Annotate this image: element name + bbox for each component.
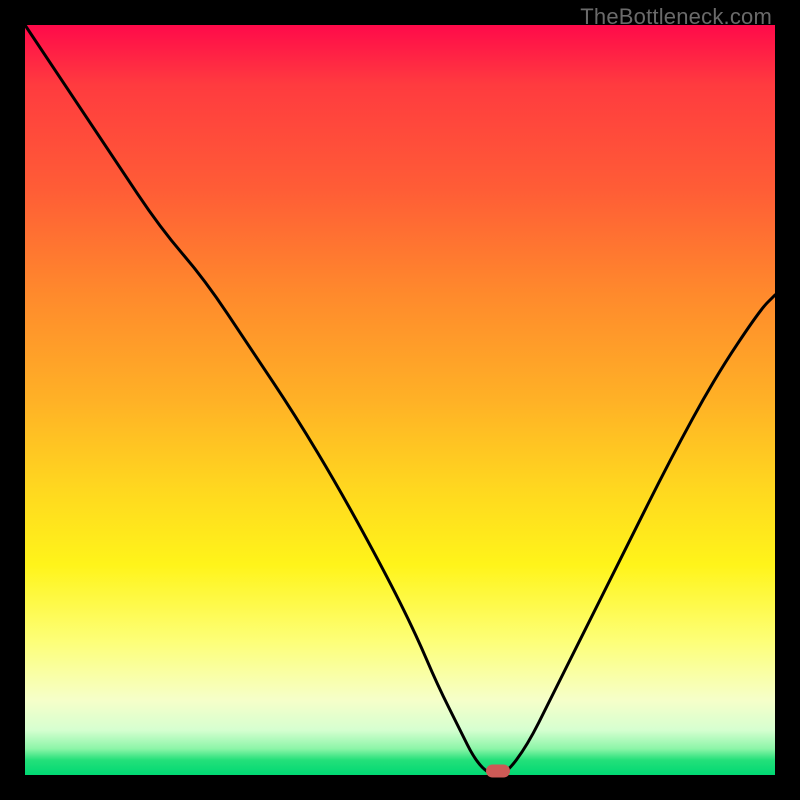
curve-layer	[25, 25, 775, 775]
plot-area	[25, 25, 775, 775]
chart-frame: TheBottleneck.com	[0, 0, 800, 800]
bottleneck-curve-path	[25, 25, 775, 775]
optimal-point-marker	[486, 765, 510, 778]
